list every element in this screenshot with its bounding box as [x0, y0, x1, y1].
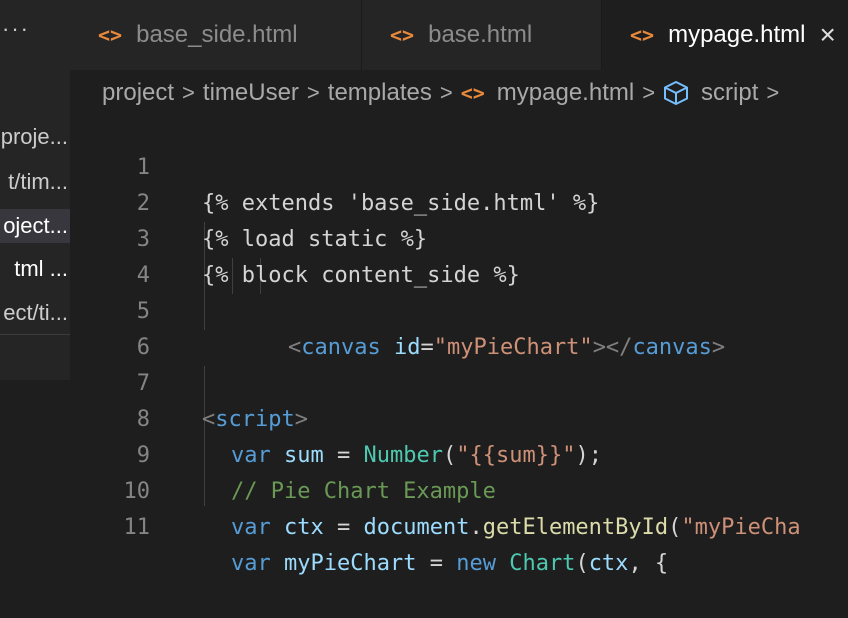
sidebar-lower-panel: [0, 380, 70, 506]
code-line: 2 {% load static %}: [70, 150, 848, 252]
code-line: 8 var sum = Number("{{sum}}");: [70, 366, 848, 468]
html-icon: <>: [98, 23, 123, 47]
open-editor-label: ect/ti...: [3, 300, 68, 325]
breadcrumb: project > timeUser > templates > <> mypa…: [70, 70, 848, 116]
breadcrumb-item[interactable]: mypage.html: [497, 79, 634, 107]
chevron-right-icon: >: [439, 80, 453, 105]
code-line: 7 <script>: [70, 330, 848, 432]
tab-mypage-html[interactable]: <> mypage.html ×: [602, 0, 848, 70]
tab-label: base.html: [428, 21, 533, 48]
open-editor-item[interactable]: proje...: [0, 120, 70, 154]
chevron-right-icon: >: [306, 80, 320, 105]
code-line: 10 var ctx = document.getElementById("my…: [70, 438, 848, 540]
close-icon[interactable]: ×: [819, 19, 835, 51]
html-icon: <>: [390, 23, 415, 47]
code-line: 11 var myPieChart = new Chart(ctx, {: [70, 474, 848, 576]
breadcrumb-item[interactable]: project: [102, 79, 174, 107]
code-editor[interactable]: 1 {% extends 'base_side.html' %} 2 {% lo…: [70, 114, 848, 576]
code-line: 3 {% block content_side %}: [70, 186, 848, 288]
html-icon: <>: [460, 81, 485, 105]
chevron-right-icon: >: [182, 80, 195, 105]
editor-tab-bar: <> base_side.html <> base.html <> mypage…: [70, 0, 848, 70]
breadcrumb-item[interactable]: timeUser: [203, 79, 299, 107]
line-number: 11: [123, 515, 151, 540]
open-editor-label: t/tim...: [8, 169, 68, 194]
code-text: var myPieChart = new Chart(ctx, {: [231, 551, 669, 576]
breadcrumb-item[interactable]: templates: [328, 79, 432, 107]
open-editor-label: proje...: [0, 124, 68, 149]
cube-icon: [663, 80, 689, 106]
chevron-right-icon: >: [642, 80, 656, 105]
code-line: 5 <canvas id="myPieChart"></canvas>: [70, 258, 848, 360]
more-actions-icon[interactable]: ···: [2, 14, 42, 44]
html-icon: <>: [630, 23, 655, 47]
tab-label: mypage.html: [668, 21, 806, 48]
chevron-right-icon: >: [766, 80, 780, 105]
code-line: 4: [70, 222, 848, 288]
open-editor-item-active[interactable]: oject...: [0, 209, 70, 243]
tab-label: base_side.html: [136, 21, 298, 48]
open-editor-label: oject...: [3, 213, 68, 238]
open-editor-item[interactable]: tml ...: [0, 252, 70, 286]
code-line: 6: [70, 294, 848, 360]
open-editor-item[interactable]: t/tim...: [0, 165, 70, 199]
breadcrumb-item[interactable]: script: [701, 79, 758, 107]
open-editor-item[interactable]: ect/ti...: [0, 296, 70, 330]
code-line: 1 {% extends 'base_side.html' %}: [70, 114, 848, 216]
code-line: 9 // Pie Chart Example: [70, 402, 848, 504]
open-editor-label: tml ...: [14, 256, 68, 281]
tab-base-html[interactable]: <> base.html: [362, 0, 602, 70]
sidebar-divider: [0, 334, 70, 335]
code-text: var ctx = document.getElementById("myPie…: [231, 515, 801, 540]
tab-base-side-html[interactable]: <> base_side.html: [70, 0, 362, 70]
explorer-sidebar: ··· proje... t/tim... oject... tml ... e…: [0, 0, 70, 506]
